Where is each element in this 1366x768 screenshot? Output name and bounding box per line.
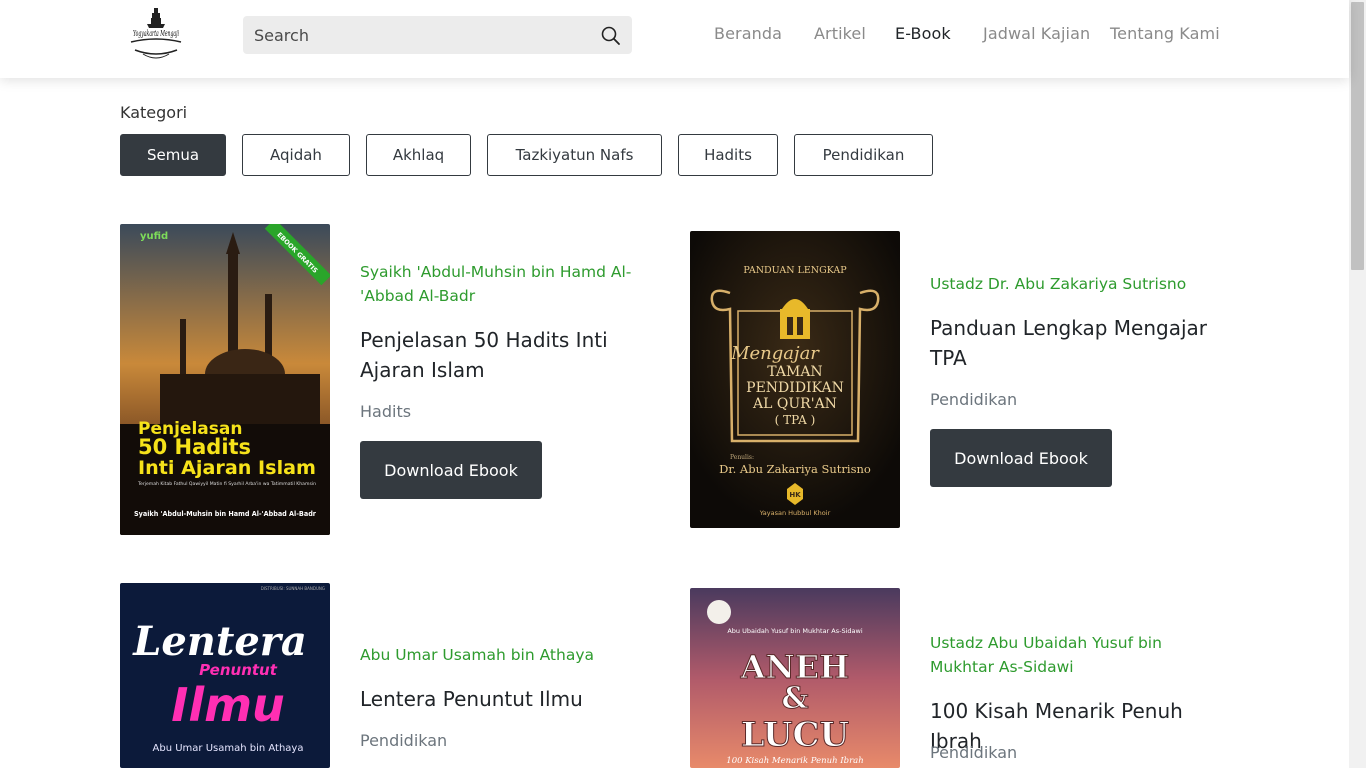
cover2-line3: AL QUR'AN	[752, 396, 837, 412]
page-scrollbar-thumb[interactable]	[1351, 2, 1364, 270]
cover2-line1: TAMAN	[767, 364, 822, 380]
chip-aqidah[interactable]: Aqidah	[242, 134, 350, 176]
search-bar	[243, 16, 632, 54]
book-category: Hadits	[360, 402, 412, 421]
cover3-author: Abu Umar Usamah bin Athaya	[153, 743, 304, 754]
cover4-subtitle: 100 Kisah Menarik Penuh Ibrah	[726, 756, 863, 766]
cover1-subtitle: Terjemah Kitab Fathul Qawiyyil Matin fi …	[137, 481, 317, 486]
search-input[interactable]	[243, 16, 583, 54]
cover2-author: Dr. Abu Zakariya Sutrisno	[719, 462, 871, 476]
kategori-label: Kategori	[120, 103, 188, 122]
cover4-line2: &	[781, 681, 808, 716]
logo-text-line1: Yogyakarta Mengaji	[133, 29, 179, 38]
cover2-top: PANDUAN LENGKAP	[743, 265, 847, 276]
book-category: Pendidikan	[930, 390, 1018, 409]
cover1-author: Syaikh 'Abdul-Muhsin bin Hamd Al-'Abbad …	[134, 510, 317, 518]
cover1-line2: 50 Hadits	[138, 435, 251, 459]
book-title[interactable]: Lentera Penuntut Ilmu	[360, 684, 670, 714]
book-author[interactable]: Ustadz Dr. Abu Zakariya Sutrisno	[930, 272, 1230, 296]
chip-tazkiyatun-nafs[interactable]: Tazkiyatun Nafs	[487, 134, 662, 176]
site-logo[interactable]: Yogyakarta Mengaji	[125, 6, 187, 64]
nav-ebook[interactable]: E-Book	[895, 24, 951, 43]
chip-semua[interactable]: Semua	[120, 134, 226, 176]
nav-jadwal-kajian[interactable]: Jadwal Kajian	[983, 24, 1090, 43]
book-author[interactable]: Syaikh 'Abdul-Muhsin bin Hamd Al-'Abbad …	[360, 260, 660, 308]
cover1-line3: Inti Ajaran Islam	[138, 457, 316, 479]
cover2-line4: ( TPA )	[775, 413, 816, 427]
book-category: Pendidikan	[930, 743, 1018, 762]
book-cover-50-hadits[interactable]: yufid EBOOK GRATIS Penjelasan 50 Hadits …	[120, 224, 330, 535]
nav-artikel[interactable]: Artikel	[814, 24, 866, 43]
cover2-line2: PENDIDIKAN	[746, 380, 844, 396]
cover2-script: Mengajar	[730, 343, 820, 364]
nav-tentang-kami[interactable]: Tentang Kami	[1110, 24, 1220, 43]
book-cover-lentera[interactable]: DISTRIBUSI: SUNNAH BANDUNG Lentera Penun…	[120, 583, 330, 768]
cover2-publisher: Yayasan Hubbul Khoir	[759, 509, 831, 517]
nav-beranda[interactable]: Beranda	[714, 24, 782, 43]
book-cover-panduan-tpa[interactable]: PANDUAN LENGKAP Mengajar TAMAN PENDIDIKA…	[690, 231, 900, 528]
book-title[interactable]: Penjelasan 50 Hadits Inti Ajaran Islam	[360, 325, 670, 385]
download-ebook-button[interactable]: Download Ebook	[930, 429, 1112, 487]
cover3-line1: Lentera	[132, 618, 307, 665]
cover4-line3: LUCU	[741, 715, 849, 755]
cover2-badge: HK	[789, 491, 801, 499]
book-author[interactable]: Abu Umar Usamah bin Athaya	[360, 643, 660, 667]
navbar: Yogyakarta Mengaji Beranda Artikel E-Boo…	[0, 0, 1349, 78]
download-ebook-button[interactable]: Download Ebook	[360, 441, 542, 499]
chip-pendidikan[interactable]: Pendidikan	[794, 134, 933, 176]
chip-akhlaq[interactable]: Akhlaq	[366, 134, 471, 176]
book-title[interactable]: Panduan Lengkap Mengajar TPA	[930, 313, 1230, 373]
cover4-top: Abu Ubaidah Yusuf bin Mukhtar As-Sidawi	[727, 627, 862, 635]
cover3-line2: Penuntut	[199, 661, 278, 679]
book-cover-aneh-lucu[interactable]: Abu Ubaidah Yusuf bin Mukhtar As-Sidawi …	[690, 588, 900, 768]
search-icon[interactable]	[600, 25, 622, 47]
chip-hadits[interactable]: Hadits	[678, 134, 778, 176]
book-author[interactable]: Ustadz Abu Ubaidah Yusuf bin Mukhtar As-…	[930, 631, 1230, 679]
cover3-line3: Ilmu	[171, 678, 285, 732]
cover3-top: DISTRIBUSI: SUNNAH BANDUNG	[261, 586, 325, 591]
book-category: Pendidikan	[360, 731, 448, 750]
cover2-penulis: Penulis:	[730, 454, 754, 461]
cover1-brand: yufid	[140, 231, 168, 242]
